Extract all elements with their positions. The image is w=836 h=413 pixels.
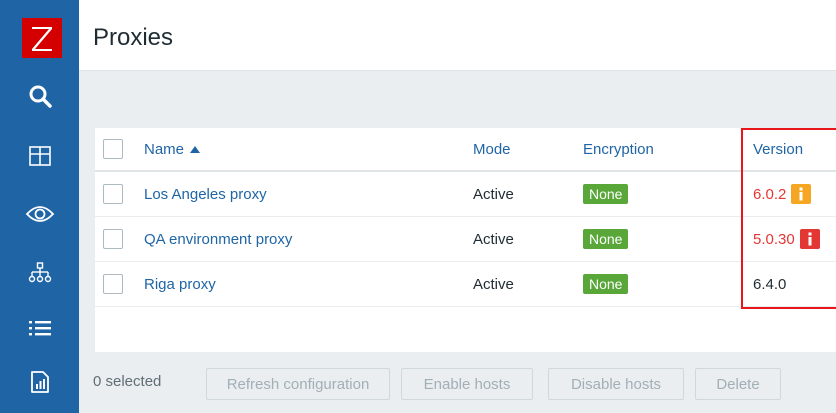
page-header: Proxies (79, 0, 836, 71)
proxy-mode: Active (473, 275, 514, 293)
proxy-name-link[interactable]: QA environment proxy (144, 217, 292, 261)
page-title: Proxies (93, 24, 174, 51)
proxy-version: 6.0.2 (753, 185, 787, 203)
search-icon[interactable] (0, 73, 79, 119)
table-row: Los Angeles proxy Active None 6.0.2 (95, 172, 836, 217)
row-checkbox[interactable] (103, 229, 123, 249)
column-header-mode[interactable]: Mode (473, 128, 511, 170)
proxies-table: Name Mode Encryption Version Los Angeles… (95, 128, 836, 352)
dashboard-icon[interactable] (0, 133, 79, 179)
encryption-badge: None (583, 229, 629, 249)
version-warning-icon[interactable] (791, 184, 812, 204)
encryption-badge: None (583, 274, 629, 294)
column-header-encryption[interactable]: Encryption (583, 128, 654, 170)
encryption-badge: None (583, 184, 629, 204)
table-row: Riga proxy Active None 6.4.0 (95, 262, 836, 307)
zabbix-logo[interactable] (22, 18, 62, 58)
encryption-cell: None (583, 217, 629, 261)
proxy-version: 5.0.30 (753, 230, 795, 248)
proxy-mode: Active (473, 185, 514, 203)
row-checkbox[interactable] (103, 184, 123, 204)
report-icon[interactable] (0, 359, 79, 405)
version-cell: 6.0.2 (753, 172, 812, 216)
row-checkbox[interactable] (103, 274, 123, 294)
proxy-version: 6.4.0 (753, 275, 787, 293)
enable-hosts-button[interactable]: Enable hosts (401, 368, 533, 400)
proxy-mode: Active (473, 230, 514, 248)
encryption-cell: None (583, 262, 629, 306)
list-icon[interactable] (0, 305, 79, 351)
refresh-configuration-button[interactable]: Refresh configuration (206, 368, 390, 400)
table-header-row: Name Mode Encryption Version (95, 128, 836, 172)
proxy-name-link[interactable]: Riga proxy (144, 262, 216, 306)
version-cell: 5.0.30 (753, 217, 820, 261)
table-row: QA environment proxy Active None 5.0.30 (95, 217, 836, 262)
selected-count: 0 selected (93, 373, 162, 390)
version-cell: 6.4.0 (753, 262, 786, 306)
column-header-name-label: Name (144, 140, 185, 158)
version-error-icon[interactable] (799, 229, 820, 249)
encryption-cell: None (583, 172, 629, 216)
eye-icon[interactable] (0, 191, 79, 237)
table-footer: 0 selected Refresh configuration Enable … (79, 352, 836, 413)
disable-hosts-button[interactable]: Disable hosts (548, 368, 684, 400)
column-header-version[interactable]: Version (753, 128, 803, 170)
column-header-name[interactable]: Name (144, 128, 201, 170)
sort-ascending-icon (190, 145, 201, 153)
sidebar (0, 0, 79, 413)
select-all-checkbox[interactable] (103, 139, 123, 159)
proxy-name-link[interactable]: Los Angeles proxy (144, 172, 267, 216)
sitemap-icon[interactable] (0, 250, 79, 296)
delete-button[interactable]: Delete (695, 368, 781, 400)
logo-letter-icon (32, 27, 52, 51)
